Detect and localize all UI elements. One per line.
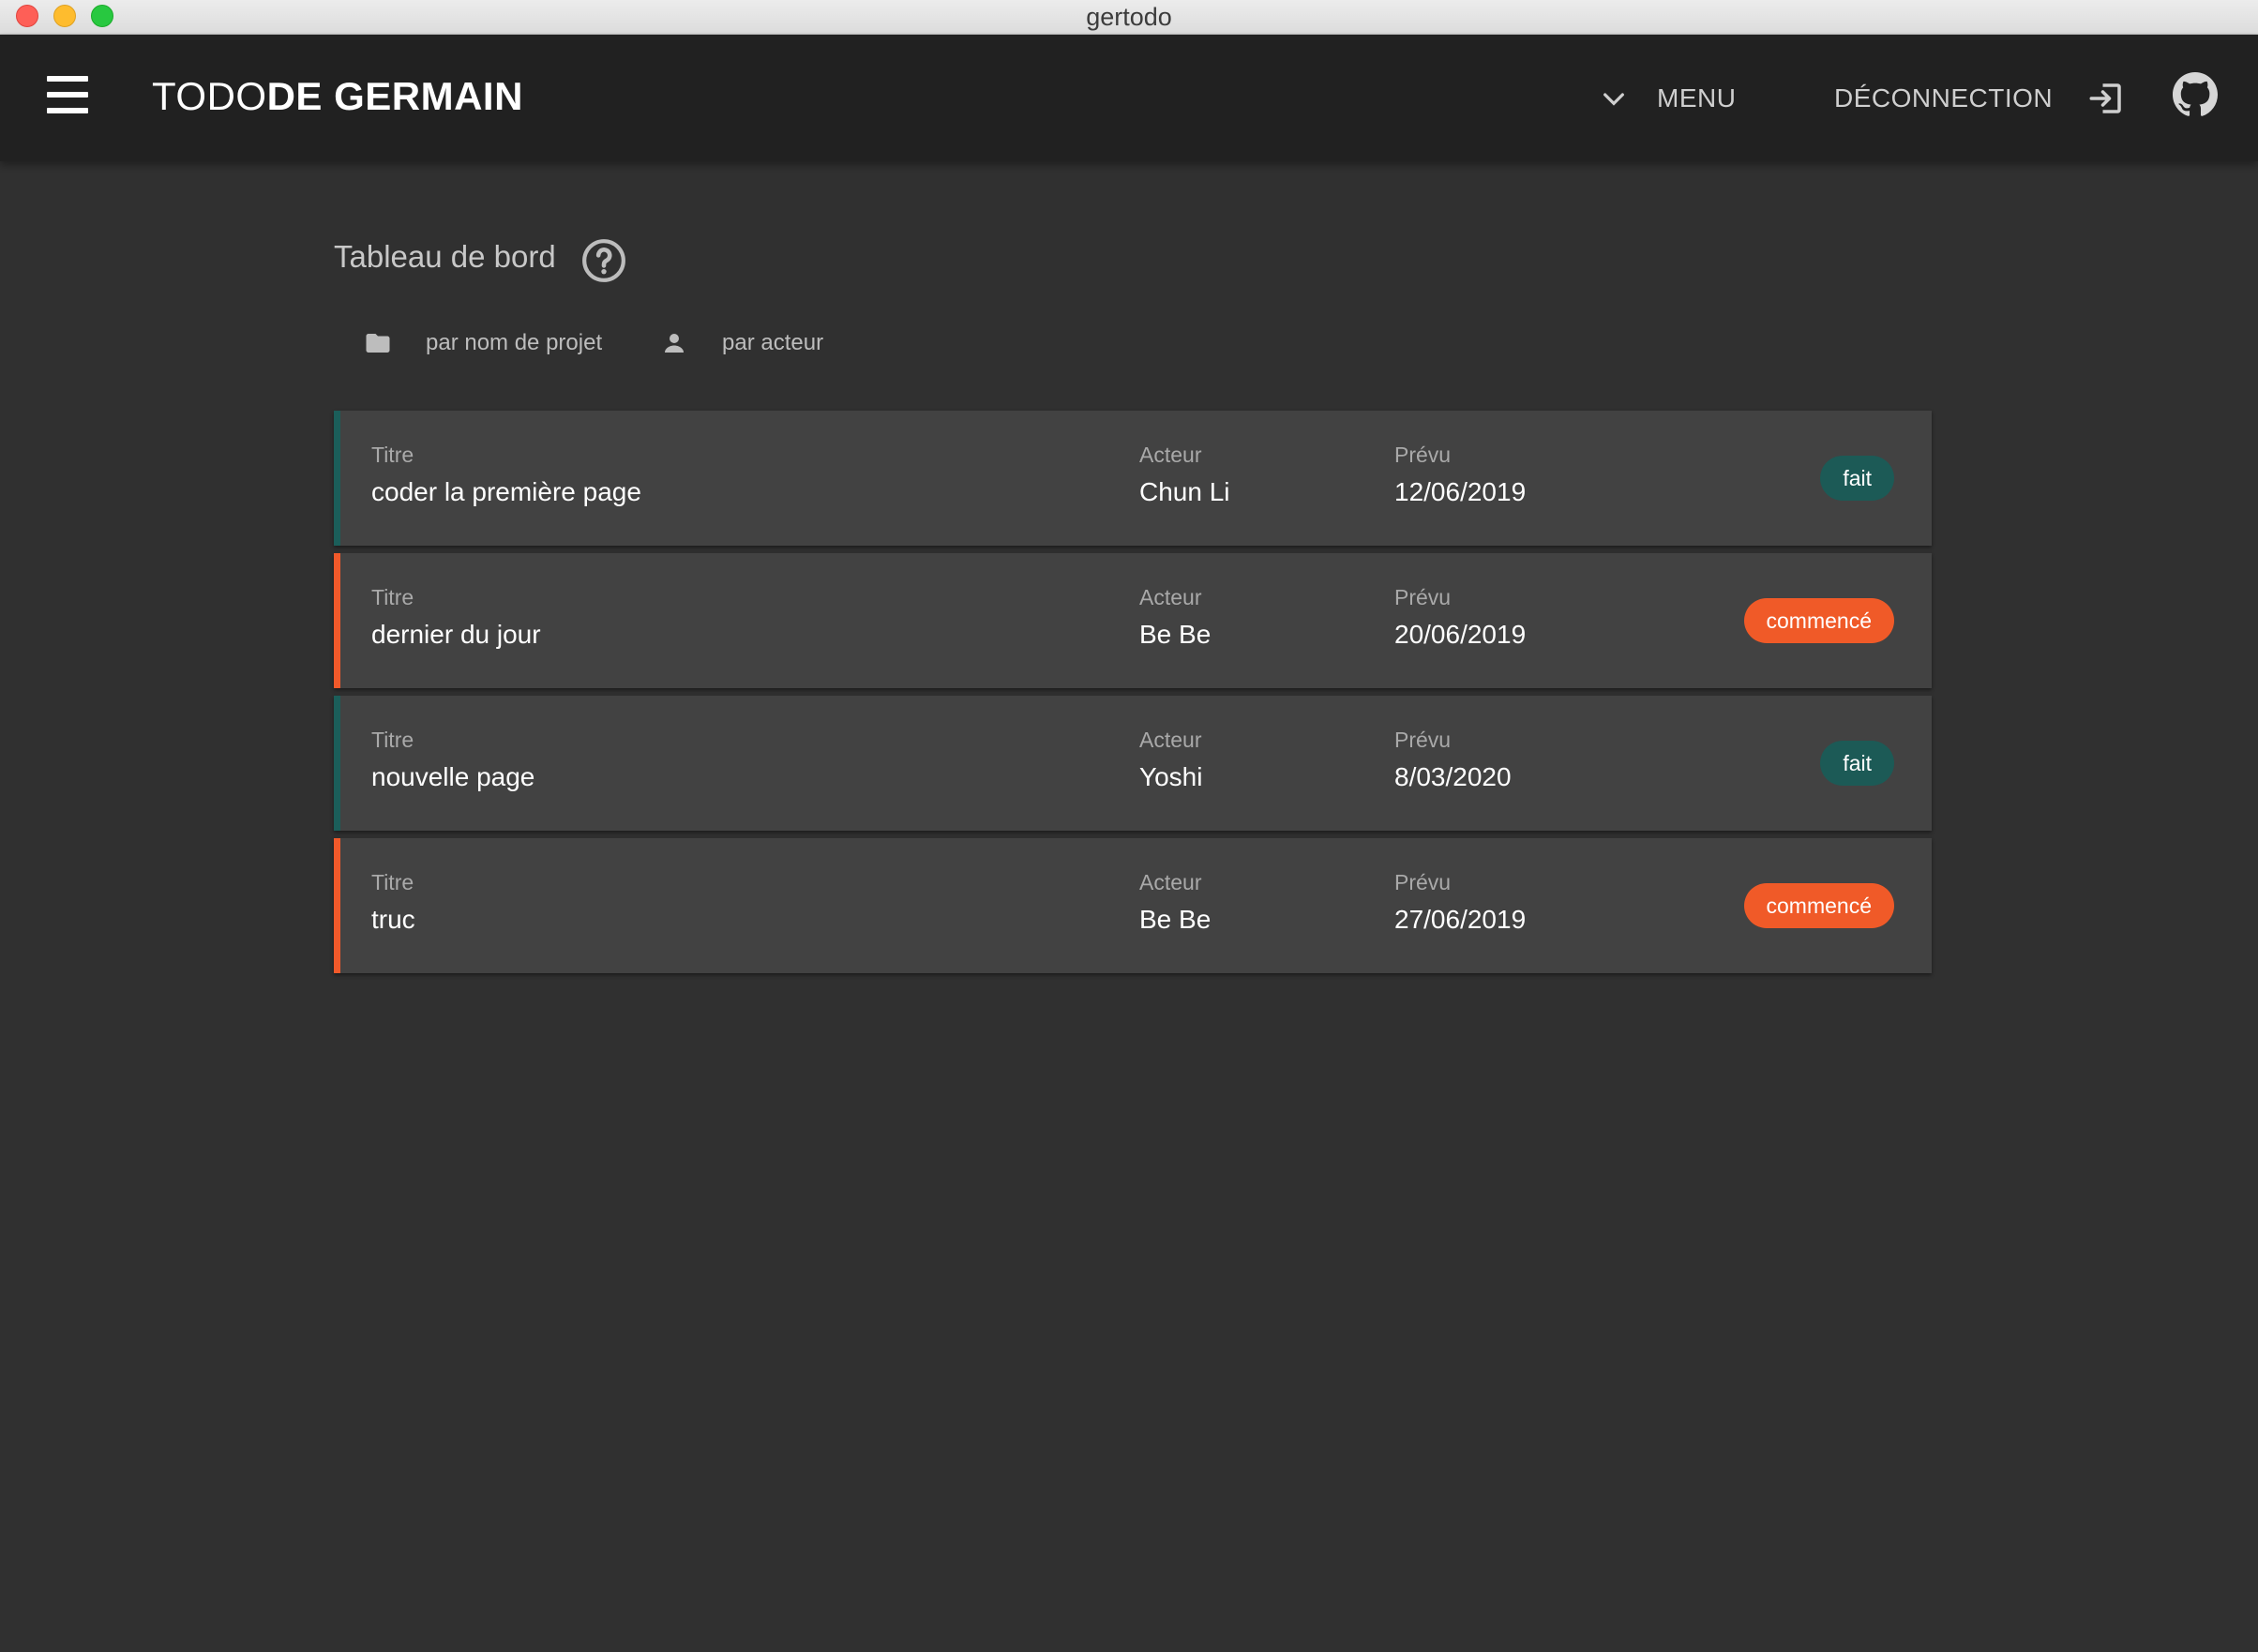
task-planned-date: 12/06/2019 — [1394, 477, 1527, 506]
title-label: Titre — [371, 585, 414, 609]
planned-label: Prévu — [1394, 870, 1452, 894]
task-planned-date: 27/06/2019 — [1394, 905, 1527, 934]
logout-icon — [2089, 83, 2121, 113]
task-actor: Be Be — [1139, 620, 1212, 649]
task-planned-date: 20/06/2019 — [1394, 620, 1527, 649]
task-card[interactable]: Titre coder la première page Acteur Chun… — [334, 411, 1932, 546]
actor-label: Acteur — [1139, 443, 1202, 467]
window-title: gertodo — [1086, 3, 1172, 31]
task-actor: Yoshi — [1139, 762, 1203, 791]
task-card[interactable]: Titre dernier du jour Acteur Be Be Prévu… — [334, 553, 1932, 688]
planned-label: Prévu — [1394, 443, 1452, 467]
window-titlebar: gertodo — [0, 0, 2258, 35]
status-badge: commencé — [1743, 598, 1894, 643]
brand-light: TODO — [152, 74, 267, 118]
filter-project-label: par nom de projet — [426, 330, 603, 355]
title-label: Titre — [371, 443, 414, 467]
filter-actor-label: par acteur — [722, 330, 824, 355]
actor-label: Acteur — [1139, 585, 1202, 609]
planned-label: Prévu — [1394, 585, 1452, 609]
page-title: Tableau de bord — [334, 239, 556, 274]
task-title: coder la première page — [371, 477, 641, 506]
task-list: Titre coder la première page Acteur Chun… — [334, 411, 1932, 981]
menu-button[interactable]: MENU — [1599, 72, 1736, 125]
task-card[interactable]: Titre truc Acteur Be Be Prévu 27/06/2019… — [334, 838, 1932, 973]
help-circle-icon[interactable] — [580, 237, 627, 284]
app-brand: TODODE GERMAIN — [152, 74, 523, 119]
logout-button[interactable]: DÉCONNECTION — [1834, 72, 2126, 125]
hamburger-icon[interactable] — [47, 76, 88, 113]
logout-label: DÉCONNECTION — [1834, 83, 2054, 113]
brand-bold: DE GERMAIN — [266, 74, 523, 118]
title-label: Titre — [371, 870, 414, 894]
status-badge: commencé — [1743, 883, 1894, 928]
task-planned-date: 8/03/2020 — [1394, 762, 1512, 791]
task-title: truc — [371, 905, 415, 934]
person-icon — [665, 334, 684, 353]
folder-icon — [366, 334, 390, 353]
app-bar: TODODE GERMAIN MENU DÉCONNECTION — [0, 35, 2258, 161]
github-icon[interactable] — [2173, 72, 2218, 117]
status-badge: fait — [1820, 456, 1894, 501]
task-actor: Chun Li — [1139, 477, 1230, 506]
actor-label: Acteur — [1139, 728, 1202, 752]
planned-label: Prévu — [1394, 728, 1452, 752]
status-badge: fait — [1820, 741, 1894, 786]
task-title: dernier du jour — [371, 620, 541, 649]
menu-label: MENU — [1657, 83, 1737, 113]
task-actor: Be Be — [1139, 905, 1212, 934]
actor-label: Acteur — [1139, 870, 1202, 894]
filter-by-project[interactable]: par nom de projet — [364, 326, 602, 360]
chevron-down-icon — [1603, 93, 1624, 106]
task-card[interactable]: Titre nouvelle page Acteur Yoshi Prévu 8… — [334, 696, 1932, 831]
task-title: nouvelle page — [371, 762, 535, 791]
title-label: Titre — [371, 728, 414, 752]
filter-by-actor[interactable]: par acteur — [660, 326, 823, 360]
